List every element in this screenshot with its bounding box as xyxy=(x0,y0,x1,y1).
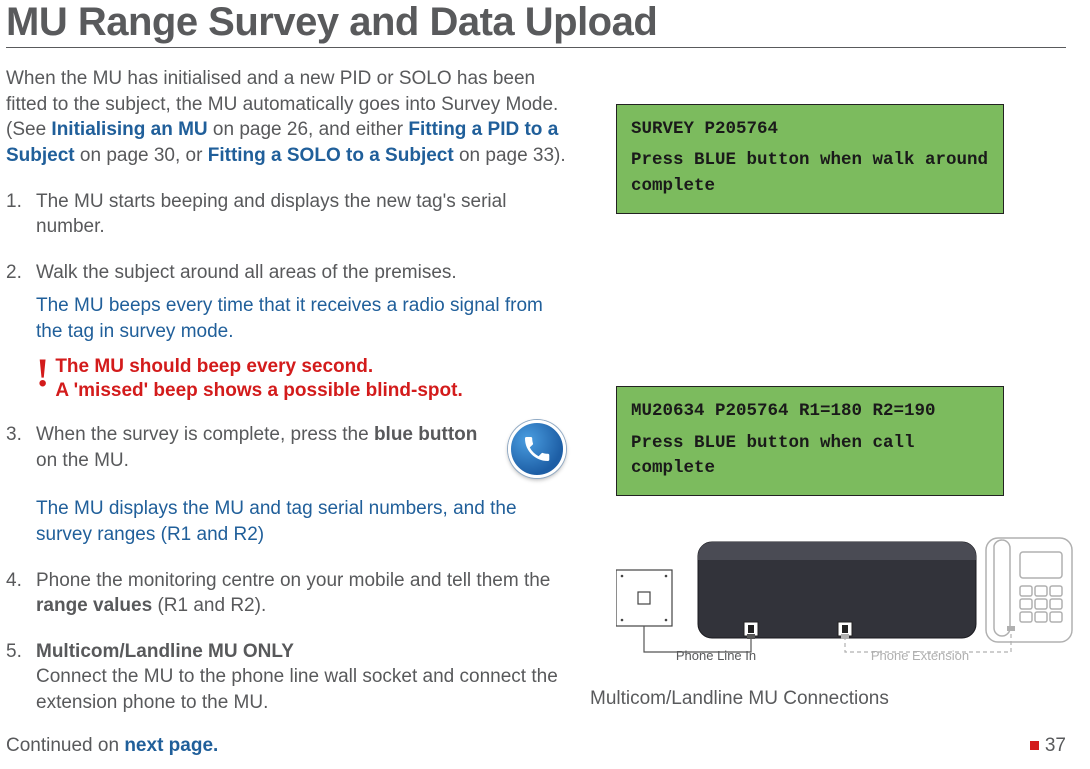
lcd-display-result: MU20634 P205764 R1=180 R2=190 Press BLUE… xyxy=(616,386,1004,496)
step-text: Walk the subject around all areas of the… xyxy=(36,260,566,286)
warning-line: A 'missed' beep shows a possible blind-s… xyxy=(55,380,462,401)
step-text: When the survey is complete, press the b… xyxy=(36,422,478,473)
intro-text: on page 33). xyxy=(454,145,566,166)
page-title: MU Range Survey and Data Upload xyxy=(6,0,1066,48)
lcd-line: SURVEY P205764 xyxy=(631,117,989,142)
step-note: The MU beeps every time that it receives… xyxy=(36,293,566,344)
connection-diagram: Phone Line In Phone Extension xyxy=(616,534,1076,684)
range-values-label: range values xyxy=(36,595,152,616)
phone-line-in-label: Phone Line In xyxy=(676,648,756,663)
intro-text: on page 26, and either xyxy=(208,119,409,140)
step-4: 4. Phone the monitoring centre on your m… xyxy=(6,568,566,619)
side-column: SURVEY P205764 Press BLUE button when wa… xyxy=(616,66,1076,716)
step-heading: Multicom/Landline MU ONLY xyxy=(36,639,566,665)
step-number: 1. xyxy=(6,189,36,240)
step-5: 5. Multicom/Landline MU ONLY Connect the… xyxy=(6,639,566,716)
diagram-caption: Multicom/Landline MU Connections xyxy=(590,688,1076,710)
step-note: The MU displays the MU and tag serial nu… xyxy=(36,496,566,547)
ref-initialising-mu[interactable]: Initialising an MU xyxy=(51,119,207,140)
blue-button-label: blue button xyxy=(374,424,477,445)
step-3: 3. When the survey is complete, press th… xyxy=(6,422,566,547)
next-page-link[interactable]: next page. xyxy=(124,735,218,756)
continued-footer: Continued on next page. xyxy=(6,735,218,757)
step-text: Connect the MU to the phone line wall so… xyxy=(36,664,566,715)
main-column: When the MU has initialised and a new PI… xyxy=(6,66,566,716)
phone-extension-label: Phone Extension xyxy=(871,648,969,663)
step-number: 4. xyxy=(6,568,36,619)
exclamation-icon: ! xyxy=(36,355,49,403)
lcd-line: Press BLUE button when call complete xyxy=(631,431,989,482)
phone-icon xyxy=(508,420,566,478)
lcd-line: Press BLUE button when walk around compl… xyxy=(631,148,989,199)
step-2: 2. Walk the subject around all areas of … xyxy=(6,260,566,402)
page-marker-icon xyxy=(1030,741,1039,750)
warning-line: The MU should beep every second. xyxy=(55,356,373,377)
step-1: 1. The MU starts beeping and displays th… xyxy=(6,189,566,240)
lcd-line: MU20634 P205764 R1=180 R2=190 xyxy=(631,399,989,424)
warning-block: ! The MU should beep every second. A 'mi… xyxy=(36,355,566,403)
page-number: 37 xyxy=(1030,735,1066,757)
step-number: 5. xyxy=(6,639,36,716)
step-number: 3. xyxy=(6,422,36,547)
step-number: 2. xyxy=(6,260,36,402)
intro-paragraph: When the MU has initialised and a new PI… xyxy=(6,66,566,169)
intro-text: on page 30, or xyxy=(75,145,208,166)
ref-fitting-solo[interactable]: Fitting a SOLO to a Subject xyxy=(208,145,454,166)
step-body: The MU starts beeping and displays the n… xyxy=(36,189,566,240)
step-text: Phone the monitoring centre on your mobi… xyxy=(36,568,566,619)
lcd-display-survey: SURVEY P205764 Press BLUE button when wa… xyxy=(616,104,1004,214)
